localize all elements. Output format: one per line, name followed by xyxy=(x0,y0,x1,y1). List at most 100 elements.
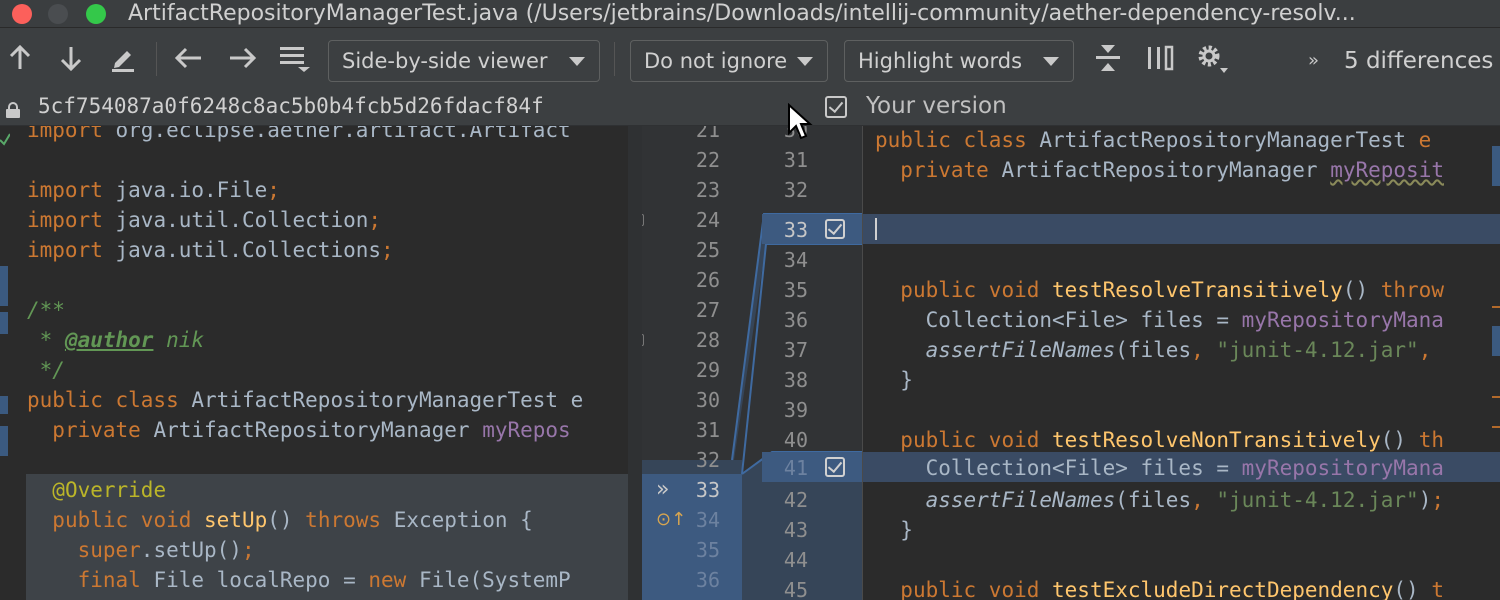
change-marker xyxy=(0,396,8,414)
arrow-right-icon xyxy=(230,47,257,69)
left-line-number: 26 xyxy=(695,268,720,292)
left-revision-hash: 5cf754087a0f6248c8ac5b0b4fcb5d26fdacf84f xyxy=(38,94,544,118)
code-line: private ArtifactRepositoryManager myRepo… xyxy=(900,158,1444,182)
left-line-number: 30 xyxy=(695,388,720,412)
arrow-up-icon xyxy=(9,44,31,69)
change-marker xyxy=(0,426,8,456)
right-line-number: 37 xyxy=(783,338,808,362)
collapse-unchanged-button[interactable] xyxy=(1088,36,1128,80)
left-line-number: 29 xyxy=(695,358,720,382)
lock-icon xyxy=(6,102,20,118)
right-line-number: 42 xyxy=(783,488,808,512)
right-line-number: 33 xyxy=(783,218,808,242)
left-line-number: 24 xyxy=(695,208,720,232)
chevron-down-icon xyxy=(569,57,585,66)
code-line: */ xyxy=(27,358,65,382)
viewer-mode-label: Side-by-side viewer xyxy=(342,49,548,73)
zoom-window-button[interactable] xyxy=(86,4,106,24)
right-editor[interactable]: public class ArtifactRepositoryManagerTe… xyxy=(863,126,1500,600)
change-marker xyxy=(0,266,8,306)
diff-header: 5cf754087a0f6248c8ac5b0b4fcb5d26fdacf84f… xyxy=(0,92,1500,126)
synchronize-scrolling-button[interactable] xyxy=(1140,36,1180,80)
highlight-mode-dropdown[interactable]: Highlight words xyxy=(844,40,1074,82)
code-line: /** xyxy=(27,298,65,322)
compare-next-file-button[interactable] xyxy=(222,36,262,80)
left-line-number: 21 xyxy=(695,126,720,142)
compare-previous-file-button[interactable] xyxy=(169,36,209,80)
right-line-number: 43 xyxy=(783,518,808,542)
diff-toolbar: Side-by-side viewer Do not ignore Highli… xyxy=(0,28,1500,92)
change-marker xyxy=(0,312,8,334)
code-line: @Override xyxy=(52,478,167,502)
arrow-down-icon xyxy=(60,47,82,72)
left-scrollbar[interactable] xyxy=(628,126,642,600)
code-line: import java.io.File; xyxy=(27,178,280,202)
left-line-number: 36 xyxy=(695,568,720,592)
warning-marker xyxy=(1492,396,1500,398)
chevron-down-icon xyxy=(797,57,813,66)
settings-button[interactable] xyxy=(1192,36,1232,80)
gear-icon xyxy=(1198,45,1228,73)
arrow-left-icon xyxy=(174,47,201,69)
window-title: ArtifactRepositoryManagerTest.java (/Use… xyxy=(128,1,1356,26)
include-change-checkbox[interactable] xyxy=(825,457,845,477)
code-line: } xyxy=(875,368,913,392)
minimize-window-button[interactable] xyxy=(48,4,68,24)
next-difference-button[interactable] xyxy=(51,36,91,80)
pencil-icon xyxy=(112,51,134,72)
warning-marker xyxy=(1492,306,1500,308)
text-caret xyxy=(875,218,877,240)
file-list-button[interactable] xyxy=(274,36,314,80)
right-line-number: 40 xyxy=(783,428,808,452)
code-line: public class ArtifactRepositoryManagerTe… xyxy=(875,128,1432,152)
right-line-number: 35 xyxy=(783,278,808,302)
left-line-number: 35 xyxy=(695,538,720,562)
ignore-policy-dropdown[interactable]: Do not ignore xyxy=(630,40,828,82)
differences-count: 5 differences xyxy=(1344,48,1494,74)
code-line: private ArtifactRepositoryManager myRepo… xyxy=(52,418,571,442)
fold-marker-icon[interactable] xyxy=(642,334,644,346)
previous-difference-button[interactable] xyxy=(0,36,40,80)
code-line: final File localRepo = new File(SystemP xyxy=(77,568,571,592)
apply-all-checkbox[interactable] xyxy=(825,96,847,118)
left-line-number: 28 xyxy=(695,328,720,352)
left-editor[interactable]: import org.eclipse.aether.artifact.Artif… xyxy=(0,126,628,600)
highlight-mode-label: Highlight words xyxy=(858,49,1023,73)
more-actions-chevron-icon[interactable]: » xyxy=(1308,50,1319,71)
code-line: public void testResolveNonTransitively()… xyxy=(900,428,1444,452)
left-line-number: 22 xyxy=(695,148,720,172)
right-line-number: 31 xyxy=(783,148,808,172)
code-line: * @author nik xyxy=(27,328,205,352)
code-line: public void testResolveTransitively() th… xyxy=(900,278,1444,302)
fold-marker-icon[interactable] xyxy=(642,214,644,226)
collapse-icon xyxy=(1096,45,1120,71)
left-line-number: 27 xyxy=(695,298,720,322)
apply-change-icon[interactable]: » xyxy=(656,475,669,505)
toolbar-separator xyxy=(156,42,157,76)
change-marker xyxy=(1492,326,1500,356)
mouse-pointer-icon xyxy=(788,103,813,140)
code-line: public void testExcludeDirectDependency(… xyxy=(900,578,1444,600)
viewer-mode-dropdown[interactable]: Side-by-side viewer xyxy=(328,40,600,82)
left-line-number: 32 xyxy=(695,448,720,472)
close-window-button[interactable] xyxy=(12,4,32,24)
code-line: public void setUp() throws Exception { xyxy=(52,508,533,532)
right-line-number: 38 xyxy=(783,368,808,392)
code-line: import org.eclipse.aether.artifact.Artif… xyxy=(27,126,571,142)
left-line-number: 23 xyxy=(695,178,720,202)
right-line-number: 44 xyxy=(783,548,808,572)
revert-change-icon[interactable]: ⊙↑ xyxy=(656,507,686,533)
toolbar-separator xyxy=(614,42,615,76)
code-line: } xyxy=(875,518,913,542)
code-line: assertFileNames(files, "junit-4.12.jar", xyxy=(925,338,1432,362)
edit-source-button[interactable] xyxy=(103,36,143,80)
right-version-title: Your version xyxy=(866,93,1007,119)
inserted-line-highlight xyxy=(863,214,1500,244)
code-line: Collection<File> files = myRepositoryMan… xyxy=(875,456,1444,480)
include-change-checkbox[interactable] xyxy=(825,219,845,239)
right-line-number: 34 xyxy=(783,248,808,272)
check-mark-icon xyxy=(0,130,11,150)
code-line: super.setUp(); xyxy=(77,538,255,562)
right-line-number: 41 xyxy=(783,456,808,480)
columns-icon xyxy=(1148,45,1174,71)
